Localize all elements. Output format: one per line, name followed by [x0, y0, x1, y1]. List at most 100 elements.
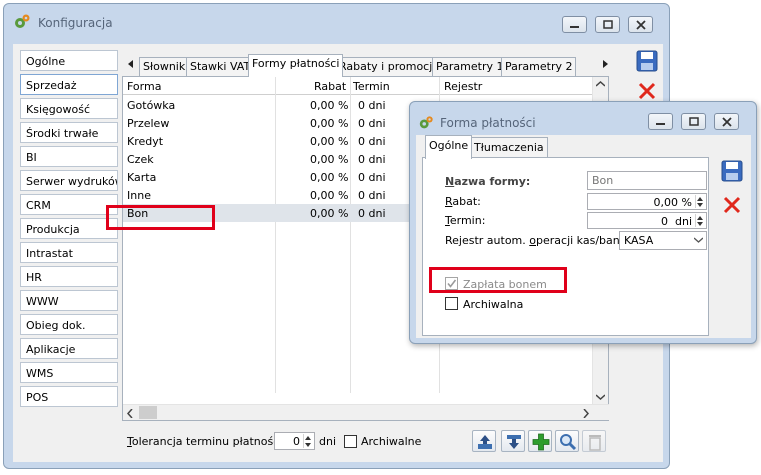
dialog-tab-tlumaczenia[interactable]: Tłumaczenia [470, 137, 548, 157]
stepper-updown-icon [697, 197, 703, 207]
cell-rabat: 0,00 % [310, 99, 349, 112]
trash-icon [589, 435, 601, 451]
column-header-rabat[interactable]: Rabat [314, 80, 346, 93]
cell-termin: 0 dni [358, 189, 386, 202]
tab-stawki-vat[interactable]: Stawki VAT [186, 57, 255, 76]
scroll-down-icon[interactable] [596, 394, 605, 400]
archived-checkbox[interactable] [344, 435, 357, 448]
minimize-button[interactable] [562, 16, 587, 33]
termin-value: 0 [661, 215, 668, 228]
title-bar: Konfiguracja [4, 4, 669, 38]
horizontal-scrollbar[interactable] [123, 404, 609, 420]
termin-unit: dni [674, 215, 692, 228]
minimize-icon [570, 26, 579, 28]
termin-stepper[interactable]: 0 dni [587, 212, 707, 229]
dialog-client-area: Ogólne Tłumaczenia Nazwa formy: Bon Raba… [416, 135, 751, 338]
tab-scroll-left-icon[interactable] [125, 58, 136, 70]
nav-item-serwer-wydrukow[interactable]: Serwer wydruków [20, 170, 118, 191]
column-header-rejestr[interactable]: Rejestr [444, 80, 482, 93]
nav-item-crm[interactable]: CRM [20, 194, 118, 215]
save-icon[interactable] [721, 160, 743, 182]
scroll-left-icon[interactable] [127, 409, 133, 418]
archiwalna-checkbox[interactable] [445, 297, 458, 310]
nav-item-intrastat[interactable]: Intrastat [20, 242, 118, 263]
close-window-button[interactable] [628, 16, 653, 33]
add-button[interactable] [528, 430, 552, 452]
general-tab-panel: Nazwa formy: Bon Rabat: 0,00 % Termin: 0… [422, 157, 709, 336]
nav-item-obieg-dok[interactable]: Obieg dok. [20, 314, 118, 335]
plus-icon [532, 433, 550, 451]
cell-rabat: 0,00 % [310, 135, 349, 148]
export-icon [507, 435, 521, 449]
close-icon [636, 20, 646, 30]
cell-forma: Karta [127, 171, 157, 184]
save-icon[interactable] [636, 50, 658, 72]
table-header: Forma Rabat Termin Rejestr [123, 77, 608, 95]
tab-parametry-1[interactable]: Parametry 1 [432, 57, 508, 76]
scroll-right-icon[interactable] [583, 409, 589, 418]
cancel-icon[interactable] [636, 80, 658, 102]
gears-app-icon [419, 116, 433, 129]
magnifier-icon [560, 434, 577, 451]
archived-label: Archiwalne [361, 435, 422, 448]
rejestr-select[interactable]: KASA [619, 231, 707, 250]
nav-item-srodki-trwale[interactable]: Środki trwałe [20, 122, 118, 143]
stepper-arrows[interactable] [303, 434, 313, 448]
nazwa-field[interactable]: Bon [587, 171, 707, 190]
import-icon [478, 435, 492, 449]
cell-forma: Czek [127, 153, 154, 166]
dialog-close-button[interactable] [714, 113, 739, 130]
cell-termin: 0 dni [358, 135, 386, 148]
nav-item-hr[interactable]: HR [20, 266, 118, 287]
nav-item-www[interactable]: WWW [20, 290, 118, 311]
tab-rabaty-i-promocje[interactable]: Rabaty i promocje [335, 57, 444, 76]
nav-item-produkcja[interactable]: Produkcja [20, 218, 118, 239]
close-icon [722, 117, 732, 127]
nav-item-aplikacje[interactable]: Aplikacje [20, 338, 118, 359]
tab-scroll-right-icon[interactable] [600, 58, 611, 70]
cell-rabat: 0,00 % [310, 207, 349, 220]
cancel-icon[interactable] [721, 194, 743, 216]
view-button[interactable] [555, 430, 579, 452]
export-button[interactable] [501, 430, 525, 452]
tab-formy-platnosci[interactable]: Formy płatności [248, 54, 344, 77]
tab-slowniki[interactable]: Słowniki [139, 57, 193, 76]
nav-item-sprzedaz[interactable]: Sprzedaż [20, 74, 118, 95]
cell-termin: 0 dni [358, 207, 386, 220]
cell-termin: 0 dni [358, 117, 386, 130]
window-title: Konfiguracja [38, 16, 113, 30]
rabat-stepper[interactable]: 0,00 % [587, 193, 707, 210]
table-footer: Tolerancja terminu płatności: 0 dni Arch… [127, 430, 607, 454]
bon-row-highlight [106, 205, 215, 230]
nav-item-ogolne[interactable]: Ogólne [20, 50, 118, 71]
termin-label: Termin: [445, 214, 486, 227]
scroll-thumb[interactable] [139, 406, 157, 419]
cell-rabat: 0,00 % [310, 171, 349, 184]
cell-forma: Inne [127, 189, 151, 202]
nav-item-bi[interactable]: BI [20, 146, 118, 167]
nav-item-wms[interactable]: WMS [20, 362, 118, 383]
dialog-maximize-button[interactable] [681, 113, 706, 130]
scroll-up-icon[interactable] [596, 81, 605, 87]
dialog-tab-ogolne[interactable]: Ogólne [425, 135, 473, 159]
archiwalna-label: Archiwalna [463, 298, 524, 311]
tolerance-unit: dni [319, 435, 337, 448]
nav-item-ksiegowosc[interactable]: Księgowość [20, 98, 118, 119]
tolerance-value: 0 [293, 435, 300, 448]
maximize-icon [603, 20, 613, 29]
import-button[interactable] [472, 430, 496, 452]
maximize-button[interactable] [595, 16, 620, 33]
chevron-down-icon [694, 237, 703, 243]
tab-parametry-2[interactable]: Parametry 2 [501, 57, 577, 76]
dialog-minimize-button[interactable] [648, 113, 673, 130]
stepper-updown-icon [305, 436, 311, 447]
column-header-forma[interactable]: Forma [127, 80, 161, 93]
stepper-arrows[interactable] [695, 195, 705, 208]
tolerance-stepper[interactable]: 0 [274, 432, 315, 450]
stepper-arrows[interactable] [695, 214, 705, 227]
nazwa-label: Nazwa formy: [445, 175, 531, 188]
payment-form-dialog: Forma płatności Ogólne Tłumaczenia Nazwa… [409, 101, 757, 344]
delete-button[interactable] [582, 430, 606, 452]
nav-item-pos[interactable]: POS [20, 386, 118, 407]
column-header-termin[interactable]: Termin [353, 80, 390, 93]
